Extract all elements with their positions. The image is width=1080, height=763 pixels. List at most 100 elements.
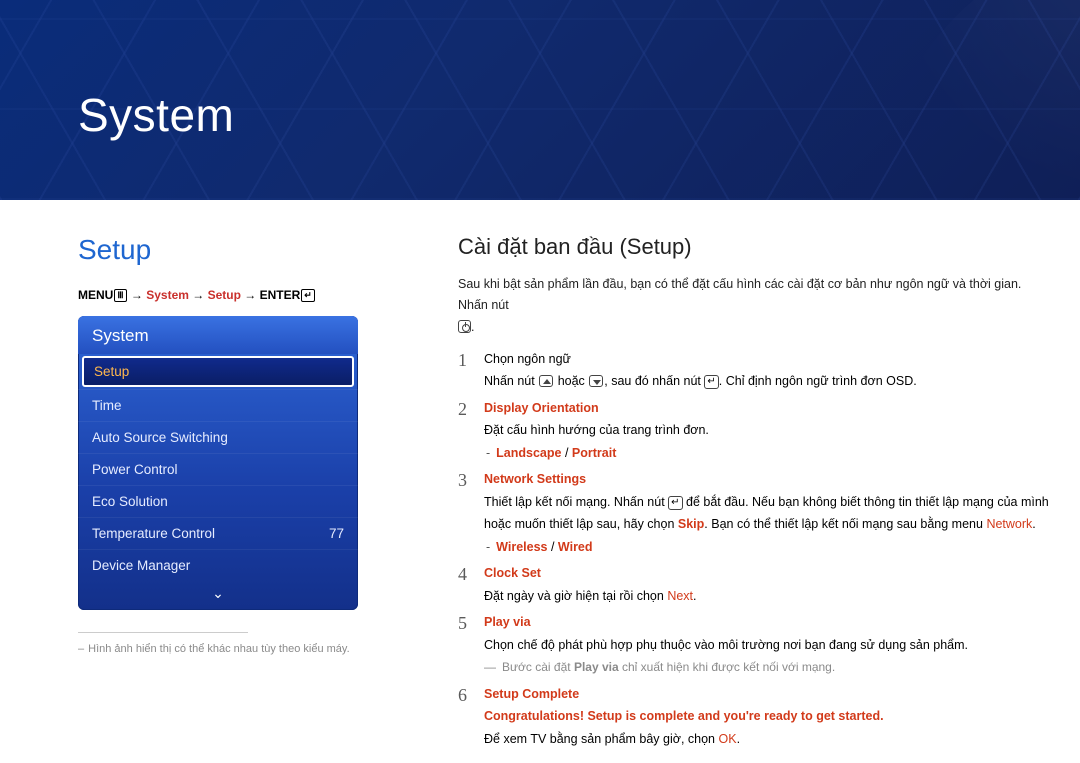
step-4-next: Next [667,589,693,603]
step-6: 6 Setup Complete Congratulations! Setup … [458,683,1052,751]
left-note: –Hình ảnh hiển thị có thể khác nhau tùy … [78,641,418,658]
intro-tail: . [471,320,474,334]
osd-item-label: Power Control [92,462,178,477]
step-body: Display Orientation Đặt cấu hình hướng c… [484,397,1052,465]
step-5-note-bold: Play via [574,660,619,674]
osd-item-label: Time [92,398,122,413]
step-4-pre: Đặt ngày và giờ hiện tại rồi chọn [484,589,667,603]
step-4-tail: . [693,589,696,603]
step-1-body-post1: , sau đó nhấn nút [604,374,704,388]
step-6-pre: Để xem TV bằng sản phẩm bây giờ, chọn [484,732,719,746]
sub-heading: Cài đặt ban đầu (Setup) [458,234,1052,260]
opt-wired: Wired [558,540,593,554]
enter-icon: ↵ [704,375,718,389]
step-number: 4 [458,562,484,607]
step-3-title: Network Settings [484,472,586,486]
up-arrow-icon [539,375,553,387]
emdash-icon: ― [484,660,496,674]
step-6-title: Setup Complete [484,687,579,701]
banner: System [0,0,1080,200]
osd-menu: System Setup Time Auto Source Switching … [78,316,358,610]
osd-item-device-manager[interactable]: Device Manager [78,549,358,581]
opt-wireless: Wireless [496,540,547,554]
step-3-skip: Skip [678,517,704,531]
step-number: 2 [458,397,484,465]
menu-glyph-icon: Ⅲ [114,289,126,302]
step-5-note: ― Bước cài đặt Play via chỉ xuất hiện khi… [484,660,835,674]
step-2: 2 Display Orientation Đặt cấu hình hướng… [458,397,1052,465]
osd-item-temperature-control[interactable]: Temperature Control 77 [78,517,358,549]
step-body: Network Settings Thiết lập kết nối mạng.… [484,468,1052,558]
step-3-tail: . [1032,517,1035,531]
step-number: 3 [458,468,484,558]
opt-portrait: Portrait [572,446,616,460]
page: System Setup MENUⅢ → System → Setup → EN… [0,0,1080,763]
step-3: 3 Network Settings Thiết lập kết nối mạn… [458,468,1052,558]
down-arrow-icon [589,375,603,387]
step-body: Play via Chọn chế độ phát phù hợp phụ th… [484,611,1052,679]
step-5-note-pre: Bước cài đặt [502,660,574,674]
osd-item-value: 77 [329,526,344,541]
step-6-congrats: Congratulations! Setup is complete and y… [484,709,884,723]
steps-list: 1 Chọn ngôn ngữ Nhấn nút hoặc , sau đó n… [458,348,1052,751]
step-1-title: Chọn ngôn ngữ [484,352,571,366]
step-body: Clock Set Đặt ngày và giờ hiện tại rồi c… [484,562,1052,607]
enter-icon: ↵ [668,496,682,510]
nav-enter-label: ENTER [260,288,301,302]
dash-icon: - [486,540,490,554]
nav-arrow-2: → [189,288,208,302]
left-divider [78,632,248,633]
step-2-title: Display Orientation [484,401,599,415]
right-column: Cài đặt ban đầu (Setup) Sau khi bật sản … [418,234,1052,754]
step-1: 1 Chọn ngôn ngữ Nhấn nút hoặc , sau đó n… [458,348,1052,393]
step-body: Chọn ngôn ngữ Nhấn nút hoặc , sau đó nhấ… [484,348,1052,393]
nav-crumb-system: System [146,288,189,302]
osd-item-time[interactable]: Time [78,389,358,421]
step-number: 5 [458,611,484,679]
left-note-text: Hình ảnh hiển thị có thể khác nhau tùy t… [88,643,350,655]
note-dash-icon: – [78,643,84,655]
step-5-note-post: chỉ xuất hiện khi được kết nối với mạng. [619,660,836,674]
step-4-title: Clock Set [484,566,541,580]
step-5-body: Chọn chế độ phát phù hợp phụ thuộc vào m… [484,638,968,652]
nav-path: MENUⅢ → System → Setup → ENTER↵ [78,288,418,302]
osd-item-power-control[interactable]: Power Control [78,453,358,485]
step-number: 1 [458,348,484,393]
left-column: Setup MENUⅢ → System → Setup → ENTER↵ Sy… [78,234,418,754]
step-2-body: Đặt cấu hình hướng của trang trình đơn. [484,423,709,437]
step-3-post: . Bạn có thể thiết lập kết nối mạng sau … [704,517,986,531]
step-6-tail: . [737,732,740,746]
osd-title: System [78,316,358,354]
step-1-body-mid: hoặc [554,374,588,388]
step-1-body-post2: . Chỉ định ngôn ngữ trình đơn OSD. [719,374,917,388]
osd-more-icon[interactable]: ⌄ [78,581,358,610]
step-5: 5 Play via Chọn chế độ phát phù hợp phụ … [458,611,1052,679]
osd-item-label: Setup [94,364,129,379]
osd-item-eco-solution[interactable]: Eco Solution [78,485,358,517]
osd-item-setup[interactable]: Setup [82,356,354,387]
step-6-ok: OK [719,732,737,746]
power-icon [458,320,471,333]
nav-menu-label: MENU [78,288,113,302]
step-body: Setup Complete Congratulations! Setup is… [484,683,1052,751]
nav-arrow-3: → [241,288,260,302]
osd-item-label: Temperature Control [92,526,215,541]
step-3-pre: Thiết lập kết nối mạng. Nhấn nút [484,495,668,509]
step-number: 6 [458,683,484,751]
banner-title: System [78,88,234,142]
body: Setup MENUⅢ → System → Setup → ENTER↵ Sy… [0,200,1080,754]
osd-item-auto-source[interactable]: Auto Source Switching [78,421,358,453]
intro-text: Sau khi bật sản phẩm lần đầu, bạn có thể… [458,277,1021,312]
step-1-body-pre: Nhấn nút [484,374,538,388]
step-4: 4 Clock Set Đặt ngày và giờ hiện tại rồi… [458,562,1052,607]
enter-glyph-icon: ↵ [301,289,315,302]
nav-arrow-1: → [128,288,147,302]
intro-paragraph: Sau khi bật sản phẩm lần đầu, bạn có thể… [458,274,1052,338]
section-heading: Setup [78,234,418,266]
step-3-network: Network [986,517,1032,531]
opt-landscape: Landscape [496,446,561,460]
step-2-options: -Landscape / Portrait [484,446,616,460]
dash-icon: - [486,446,490,460]
step-5-title: Play via [484,615,531,629]
osd-item-label: Device Manager [92,558,190,573]
